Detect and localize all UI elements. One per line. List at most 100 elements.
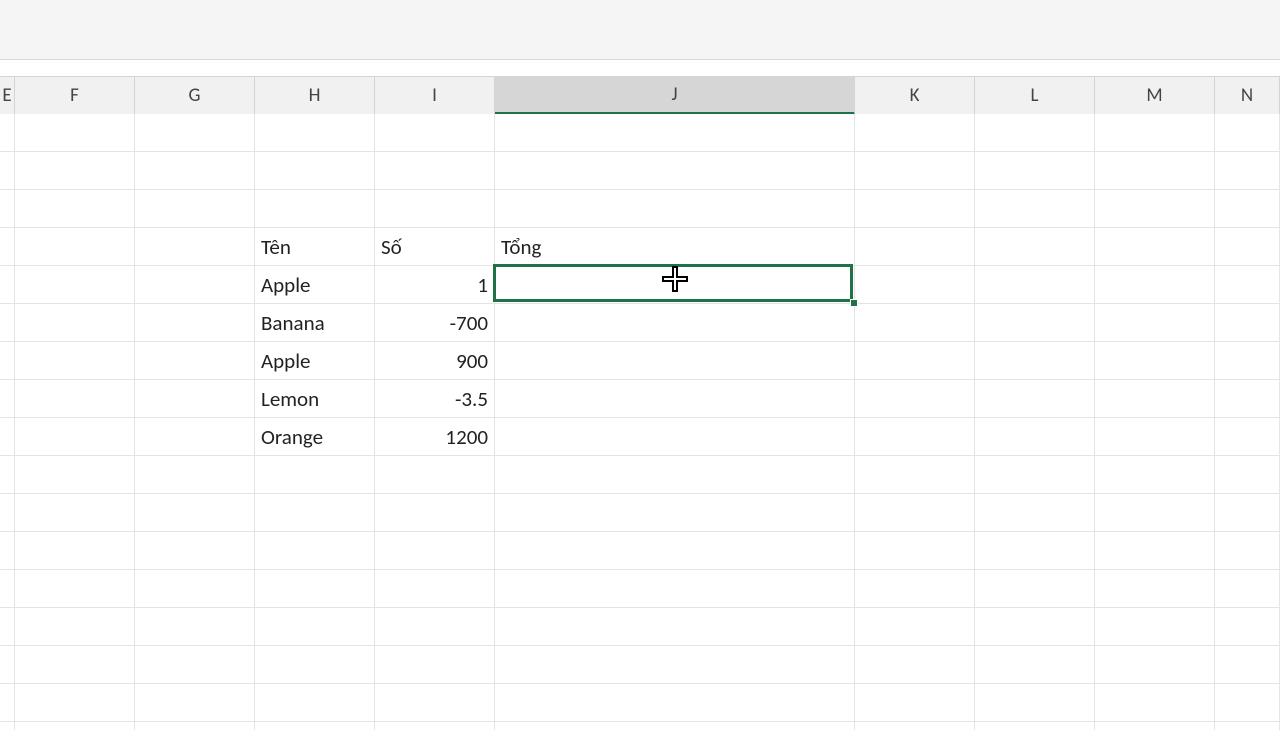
cell-K-4[interactable] [855, 228, 975, 266]
cell-I-16[interactable] [375, 684, 495, 722]
cell-L-5[interactable] [975, 266, 1095, 304]
cell-M-9[interactable] [1095, 418, 1215, 456]
cell-M-12[interactable] [1095, 532, 1215, 570]
cell-L-16[interactable] [975, 684, 1095, 722]
cell-E-6[interactable] [0, 304, 15, 342]
cell-M-13[interactable] [1095, 570, 1215, 608]
cell-J-7[interactable] [495, 342, 855, 380]
cell-M-10[interactable] [1095, 456, 1215, 494]
cell-H-3[interactable] [255, 190, 375, 228]
cell-K-15[interactable] [855, 646, 975, 684]
cell-M-15[interactable] [1095, 646, 1215, 684]
data-name-2[interactable]: Apple [255, 342, 375, 380]
cell-H-1[interactable] [255, 114, 375, 152]
cell-G-12[interactable] [135, 532, 255, 570]
cell-L-6[interactable] [975, 304, 1095, 342]
cell-H-10[interactable] [255, 456, 375, 494]
cell-G-11[interactable] [135, 494, 255, 532]
cell-K-8[interactable] [855, 380, 975, 418]
cell-L-10[interactable] [975, 456, 1095, 494]
cell-J-14[interactable] [495, 608, 855, 646]
cell-L-13[interactable] [975, 570, 1095, 608]
cell-M-4[interactable] [1095, 228, 1215, 266]
cell-K-12[interactable] [855, 532, 975, 570]
cell-G-2[interactable] [135, 152, 255, 190]
cell-J-5[interactable] [495, 266, 855, 304]
cell-L-11[interactable] [975, 494, 1095, 532]
cell-E-1[interactable] [0, 114, 15, 152]
cell-K-11[interactable] [855, 494, 975, 532]
cell-N-17[interactable] [1215, 722, 1280, 730]
cell-E-2[interactable] [0, 152, 15, 190]
cell-E-15[interactable] [0, 646, 15, 684]
cell-H-14[interactable] [255, 608, 375, 646]
cell-J-3[interactable] [495, 190, 855, 228]
cell-I-1[interactable] [375, 114, 495, 152]
cell-N-11[interactable] [1215, 494, 1280, 532]
cell-N-10[interactable] [1215, 456, 1280, 494]
cell-M-14[interactable] [1095, 608, 1215, 646]
column-header-N[interactable]: N [1215, 77, 1280, 115]
cell-M-2[interactable] [1095, 152, 1215, 190]
cell-J-10[interactable] [495, 456, 855, 494]
cell-F-9[interactable] [15, 418, 135, 456]
cell-K-6[interactable] [855, 304, 975, 342]
cell-I-14[interactable] [375, 608, 495, 646]
cell-K-14[interactable] [855, 608, 975, 646]
cell-F-14[interactable] [15, 608, 135, 646]
cell-N-2[interactable] [1215, 152, 1280, 190]
cell-N-13[interactable] [1215, 570, 1280, 608]
cell-G-6[interactable] [135, 304, 255, 342]
cell-I-12[interactable] [375, 532, 495, 570]
cell-grid[interactable]: TênSốTổngApple1Banana-700Apple900Lemon-3… [0, 114, 1280, 730]
cell-E-11[interactable] [0, 494, 15, 532]
cell-F-8[interactable] [15, 380, 135, 418]
cell-M-17[interactable] [1095, 722, 1215, 730]
cell-L-15[interactable] [975, 646, 1095, 684]
cell-M-1[interactable] [1095, 114, 1215, 152]
cell-E-3[interactable] [0, 190, 15, 228]
cell-F-17[interactable] [15, 722, 135, 730]
cell-F-3[interactable] [15, 190, 135, 228]
cell-K-10[interactable] [855, 456, 975, 494]
cell-J-17[interactable] [495, 722, 855, 730]
cell-G-5[interactable] [135, 266, 255, 304]
column-header-M[interactable]: M [1095, 77, 1215, 115]
cell-N-7[interactable] [1215, 342, 1280, 380]
worksheet[interactable]: EFGHIJKLMN TênSốTổngApple1Banana-700Appl… [0, 60, 1280, 730]
cell-K-17[interactable] [855, 722, 975, 730]
cell-H-12[interactable] [255, 532, 375, 570]
cell-N-4[interactable] [1215, 228, 1280, 266]
cell-I-17[interactable] [375, 722, 495, 730]
cell-F-12[interactable] [15, 532, 135, 570]
cell-E-10[interactable] [0, 456, 15, 494]
cell-N-12[interactable] [1215, 532, 1280, 570]
header-number[interactable]: Số [375, 228, 495, 266]
cell-G-16[interactable] [135, 684, 255, 722]
column-header-K[interactable]: K [855, 77, 975, 115]
cell-K-3[interactable] [855, 190, 975, 228]
cell-I-3[interactable] [375, 190, 495, 228]
cell-J-16[interactable] [495, 684, 855, 722]
column-header-J[interactable]: J [495, 77, 855, 115]
cell-L-12[interactable] [975, 532, 1095, 570]
cell-L-8[interactable] [975, 380, 1095, 418]
cell-L-4[interactable] [975, 228, 1095, 266]
cell-E-7[interactable] [0, 342, 15, 380]
cell-N-14[interactable] [1215, 608, 1280, 646]
data-name-1[interactable]: Banana [255, 304, 375, 342]
cell-H-16[interactable] [255, 684, 375, 722]
cell-M-5[interactable] [1095, 266, 1215, 304]
cell-M-3[interactable] [1095, 190, 1215, 228]
cell-F-2[interactable] [15, 152, 135, 190]
cell-G-17[interactable] [135, 722, 255, 730]
cell-K-13[interactable] [855, 570, 975, 608]
cell-L-3[interactable] [975, 190, 1095, 228]
cell-G-15[interactable] [135, 646, 255, 684]
data-number-4[interactable]: 1200 [375, 418, 495, 456]
cell-I-13[interactable] [375, 570, 495, 608]
cell-J-8[interactable] [495, 380, 855, 418]
cell-N-15[interactable] [1215, 646, 1280, 684]
cell-E-16[interactable] [0, 684, 15, 722]
cell-L-2[interactable] [975, 152, 1095, 190]
